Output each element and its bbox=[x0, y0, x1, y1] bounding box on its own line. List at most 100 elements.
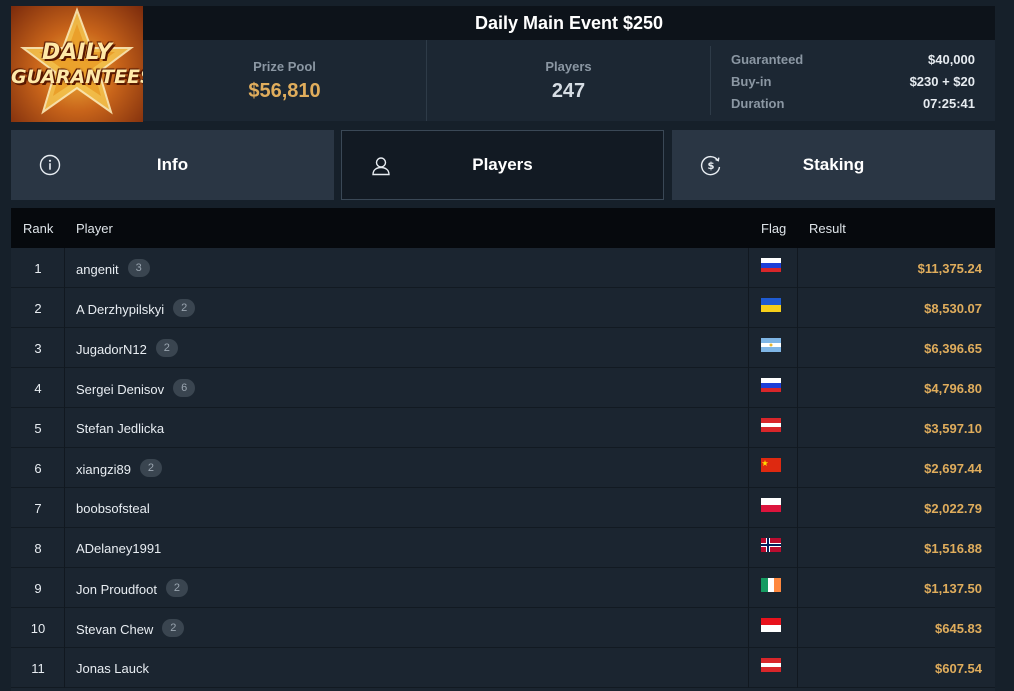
player-cell[interactable]: Jon Proudfoot 2 bbox=[76, 579, 188, 597]
table-row[interactable]: 8 ADelaney1991 $1,516.88 bbox=[11, 528, 995, 568]
player-name[interactable]: Stevan Chew bbox=[76, 622, 153, 637]
rank-cell: 7 bbox=[34, 501, 42, 516]
table-row[interactable]: 11 Jonas Lauck $607.54 bbox=[11, 648, 995, 688]
column-divider bbox=[748, 408, 749, 448]
prize-pool-value: $56,810 bbox=[248, 80, 321, 102]
rank-cell: 10 bbox=[30, 621, 46, 636]
tab-label: Staking bbox=[802, 155, 865, 174]
player-cell[interactable]: angenit 3 bbox=[76, 259, 150, 277]
column-divider bbox=[748, 488, 749, 528]
rank-cell: 5 bbox=[34, 421, 42, 436]
daily-guarantees-logo: DAILY GUARANTEES bbox=[11, 6, 143, 122]
rank-cell: 2 bbox=[34, 301, 42, 316]
player-cell[interactable]: xiangzi89 2 bbox=[76, 459, 162, 477]
column-divider bbox=[797, 248, 798, 288]
column-divider bbox=[797, 408, 798, 448]
table-row[interactable]: 4 Sergei Denisov 6 $4,796.80 bbox=[11, 368, 995, 408]
column-rank[interactable]: Rank bbox=[23, 221, 53, 236]
entries-badge: 3 bbox=[127, 259, 150, 277]
ireland-flag-icon bbox=[761, 578, 781, 592]
player-name[interactable]: Sergei Denisov bbox=[76, 382, 164, 397]
entries-badge: 2 bbox=[162, 619, 185, 637]
player-name[interactable]: xiangzi89 bbox=[76, 462, 131, 477]
detail-value: 07:25:41 bbox=[922, 96, 975, 111]
players-value: 247 bbox=[551, 80, 586, 102]
tournament-details: Guaranteed $40,000 Buy-in $230 + $20 Dur… bbox=[710, 46, 995, 115]
detail-duration: Duration 07:25:41 bbox=[731, 95, 975, 117]
rank-cell: 3 bbox=[34, 341, 42, 356]
player-name[interactable]: JugadorN12 bbox=[76, 342, 147, 357]
result-cell: $11,375.24 bbox=[917, 261, 982, 276]
tab-players[interactable]: Players bbox=[341, 130, 664, 200]
rank-cell: 4 bbox=[34, 381, 42, 396]
austria-flag-icon bbox=[761, 658, 781, 672]
tab-info[interactable]: Info bbox=[11, 130, 334, 200]
detail-guaranteed: Guaranteed $40,000 bbox=[731, 51, 975, 73]
column-divider bbox=[748, 248, 749, 288]
result-cell: $6,396.65 bbox=[924, 341, 982, 356]
prize-pool-block: Prize Pool $56,810 bbox=[143, 40, 426, 121]
column-divider bbox=[748, 648, 749, 688]
rank-cell: 6 bbox=[34, 461, 42, 476]
player-cell[interactable]: A Derzhypilskyi 2 bbox=[76, 299, 196, 317]
player-name[interactable]: A Derzhypilskyi bbox=[76, 302, 164, 317]
logo-line-1: DAILY bbox=[42, 40, 112, 65]
result-cell: $2,697.44 bbox=[924, 461, 982, 476]
player-name[interactable]: Jon Proudfoot bbox=[76, 582, 157, 597]
norway-flag-icon bbox=[761, 538, 781, 552]
svg-text:$: $ bbox=[708, 161, 715, 172]
tournament-stats: Prize Pool $56,810 Players 247 Guarantee… bbox=[143, 40, 995, 121]
table-row[interactable]: 10 Stevan Chew 2 $645.83 bbox=[11, 608, 995, 648]
user-icon bbox=[372, 157, 390, 176]
table-row[interactable]: 9 Jon Proudfoot 2 $1,137.50 bbox=[11, 568, 995, 608]
player-cell[interactable]: Jonas Lauck bbox=[76, 661, 149, 676]
player-cell[interactable]: JugadorN12 2 bbox=[76, 339, 178, 357]
column-divider bbox=[797, 608, 798, 648]
player-name[interactable]: Jonas Lauck bbox=[76, 661, 149, 676]
table-row[interactable]: 3 JugadorN12 2 $6,396.65 bbox=[11, 328, 995, 368]
tournament-title: Daily Main Event $250 bbox=[143, 6, 995, 40]
table-row[interactable]: 6 xiangzi89 2 $2,697.44 bbox=[11, 448, 995, 488]
players-count-block: Players 247 bbox=[426, 40, 710, 121]
column-divider bbox=[748, 368, 749, 408]
rank-cell: 11 bbox=[31, 661, 45, 676]
player-name[interactable]: angenit bbox=[76, 262, 119, 277]
ukraine-flag-icon bbox=[761, 298, 781, 312]
column-divider bbox=[797, 568, 798, 608]
tab-staking[interactable]: $ Staking bbox=[672, 130, 995, 200]
table-row[interactable]: 5 Stefan Jedlicka $3,597.10 bbox=[11, 408, 995, 448]
info-icon bbox=[39, 154, 61, 176]
column-divider bbox=[797, 328, 798, 368]
column-result[interactable]: Result bbox=[809, 221, 846, 236]
result-cell: $1,137.50 bbox=[924, 581, 982, 596]
player-cell[interactable]: ADelaney1991 bbox=[76, 541, 161, 556]
column-divider bbox=[748, 568, 749, 608]
column-divider bbox=[748, 608, 749, 648]
player-cell[interactable]: Sergei Denisov 6 bbox=[76, 379, 196, 397]
column-flag[interactable]: Flag bbox=[761, 221, 786, 236]
result-cell: $8,530.07 bbox=[924, 301, 982, 316]
detail-label: Duration bbox=[731, 96, 785, 111]
column-divider bbox=[797, 488, 798, 528]
russia-flag-icon bbox=[761, 378, 781, 392]
indonesia-flag-icon bbox=[761, 618, 781, 632]
player-cell[interactable]: Stevan Chew 2 bbox=[76, 619, 185, 637]
tab-label: Info bbox=[156, 155, 189, 174]
column-player[interactable]: Player bbox=[76, 221, 113, 236]
logo-line-2: GUARANTEES bbox=[11, 66, 143, 88]
result-cell: $607.54 bbox=[935, 661, 982, 676]
column-divider bbox=[748, 288, 749, 328]
column-divider bbox=[797, 648, 798, 688]
table-row[interactable]: 7 boobsofsteal $2,022.79 bbox=[11, 488, 995, 528]
entries-badge: 2 bbox=[165, 579, 188, 597]
player-name[interactable]: Stefan Jedlicka bbox=[76, 421, 164, 436]
column-divider bbox=[748, 528, 749, 568]
detail-buy-in: Buy-in $230 + $20 bbox=[731, 73, 975, 95]
table-row[interactable]: 2 A Derzhypilskyi 2 $8,530.07 bbox=[11, 288, 995, 328]
player-name[interactable]: boobsofsteal bbox=[76, 501, 150, 516]
table-row[interactable]: 1 angenit 3 $11,375.24 bbox=[11, 248, 995, 288]
detail-value: $230 + $20 bbox=[909, 74, 975, 89]
player-cell[interactable]: Stefan Jedlicka bbox=[76, 421, 164, 436]
player-cell[interactable]: boobsofsteal bbox=[76, 501, 150, 516]
player-name[interactable]: ADelaney1991 bbox=[76, 541, 161, 556]
